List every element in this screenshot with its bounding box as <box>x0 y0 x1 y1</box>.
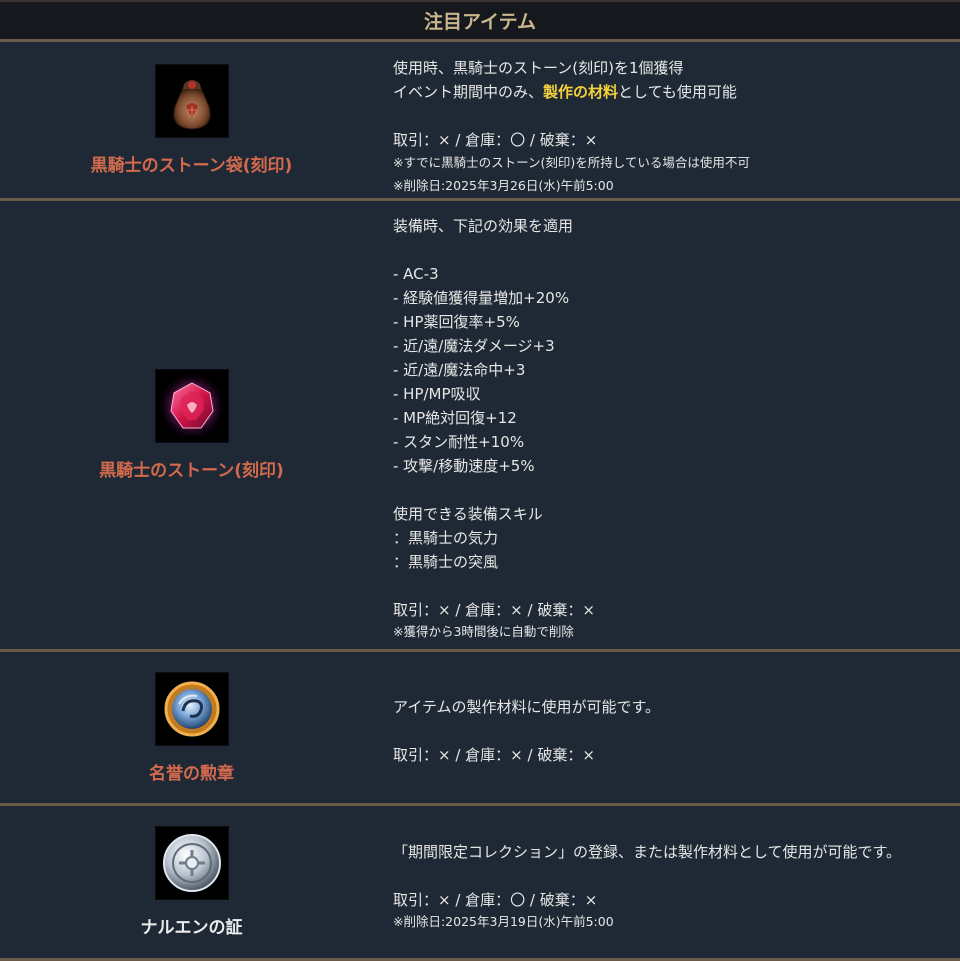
effect-item: - 近/遠/魔法ダメージ+3 <box>393 337 555 355</box>
trade-info: 取引：× / 倉庫：〇 / 破棄：× <box>393 891 598 909</box>
item-row-black-knight-stone: 黒騎士のストーン(刻印) 装備時、下記の効果を適用 - AC-3 - 経験値獲得… <box>0 201 960 652</box>
effect-item: - MP絶対回復+12 <box>393 409 517 427</box>
desc-line: 「期間限定コレクション」の登録、または製作材料として使用が可能です。 <box>393 843 902 861</box>
item-name: 黒騎士のストーン(刻印) <box>99 461 284 481</box>
item-identity: 名誉の勲章 <box>0 652 383 803</box>
effect-item: - HP薬回復率+5% <box>393 313 520 331</box>
effect-item: - 攻撃/移動速度+5% <box>393 457 535 475</box>
item-name: ナルエンの証 <box>140 918 243 938</box>
item-description: 「期間限定コレクション」の登録、または製作材料として使用が可能です。 取引：× … <box>393 840 960 932</box>
desc-line: 使用時、黒騎士のストーン(刻印)を1個獲得 <box>393 59 684 77</box>
item-row-stone-pouch: 黒騎士のストーン袋(刻印) 使用時、黒騎士のストーン(刻印)を1個獲得 イベント… <box>0 42 960 201</box>
silver-coin-icon <box>154 826 229 900</box>
item-description: 使用時、黒騎士のストーン(刻印)を1個獲得 イベント期間中のみ、製作の材料として… <box>393 56 960 196</box>
item-description: 装備時、下記の効果を適用 - AC-3 - 経験値獲得量増加+20% - HP薬… <box>393 214 960 642</box>
featured-items-panel: 注目アイテム 黒騎士のストーン袋(刻印) 使用時、黒騎士のストーン(刻印)を1個… <box>0 0 960 961</box>
highlight-text: 製作の材料 <box>543 83 619 101</box>
note: ※すでに黒騎士のストーン(刻印)を所持している場合は使用不可 <box>393 155 750 170</box>
desc-text: イベント期間中のみ、 <box>393 83 544 101</box>
desc-text: としても使用可能 <box>618 83 737 101</box>
note: ※削除日:2025年3月26日(水)午前5:00 <box>393 178 614 193</box>
item-identity: 黒騎士のストーン(刻印) <box>0 201 383 649</box>
effect-item: - AC-3 <box>393 265 439 283</box>
effect-item: - スタン耐性+10% <box>393 433 525 451</box>
trade-info: 取引：× / 倉庫：× / 破棄：× <box>393 601 595 619</box>
item-identity: ナルエンの証 <box>0 806 383 958</box>
effect-item: - 経験値獲得量増加+20% <box>393 289 570 307</box>
item-name: 黒騎士のストーン袋(刻印) <box>90 156 293 176</box>
trade-info: 取引：× / 倉庫：〇 / 破棄：× <box>393 131 598 149</box>
stone-pouch-icon <box>154 64 229 138</box>
desc-line: イベント期間中のみ、製作の材料としても使用可能 <box>393 80 960 104</box>
item-identity: 黒騎士のストーン袋(刻印) <box>0 42 383 198</box>
panel-title: 注目アイテム <box>423 11 537 33</box>
item-row-naruen-proof: ナルエンの証 「期間限定コレクション」の登録、または製作材料として使用が可能です… <box>0 806 960 961</box>
medal-icon <box>154 671 229 746</box>
desc-line: アイテムの製作材料に使用が可能です。 <box>393 698 661 716</box>
trade-info: 取引：× / 倉庫：× / 破棄：× <box>393 746 595 764</box>
effect-item: - HP/MP吸収 <box>393 385 481 403</box>
red-gem-icon <box>154 369 229 443</box>
effect-item: - 近/遠/魔法命中+3 <box>393 361 526 379</box>
note: ※削除日:2025年3月19日(水)午前5:00 <box>393 914 614 929</box>
skill-item: ：黒騎士の気力 <box>393 529 499 547</box>
note: ※獲得から3時間後に自動で削除 <box>393 624 574 639</box>
item-description: アイテムの製作材料に使用が可能です。 取引：× / 倉庫：× / 破棄：× <box>393 695 960 767</box>
item-row-honor-medal: 名誉の勲章 アイテムの製作材料に使用が可能です。 取引：× / 倉庫：× / 破… <box>0 652 960 806</box>
item-name: 名誉の勲章 <box>149 763 234 784</box>
desc-line: 装備時、下記の効果を適用 <box>393 217 574 235</box>
panel-header: 注目アイテム <box>0 0 960 42</box>
skills-title: 使用できる装備スキル <box>393 505 543 523</box>
skill-item: ：黒騎士の突風 <box>393 553 499 571</box>
